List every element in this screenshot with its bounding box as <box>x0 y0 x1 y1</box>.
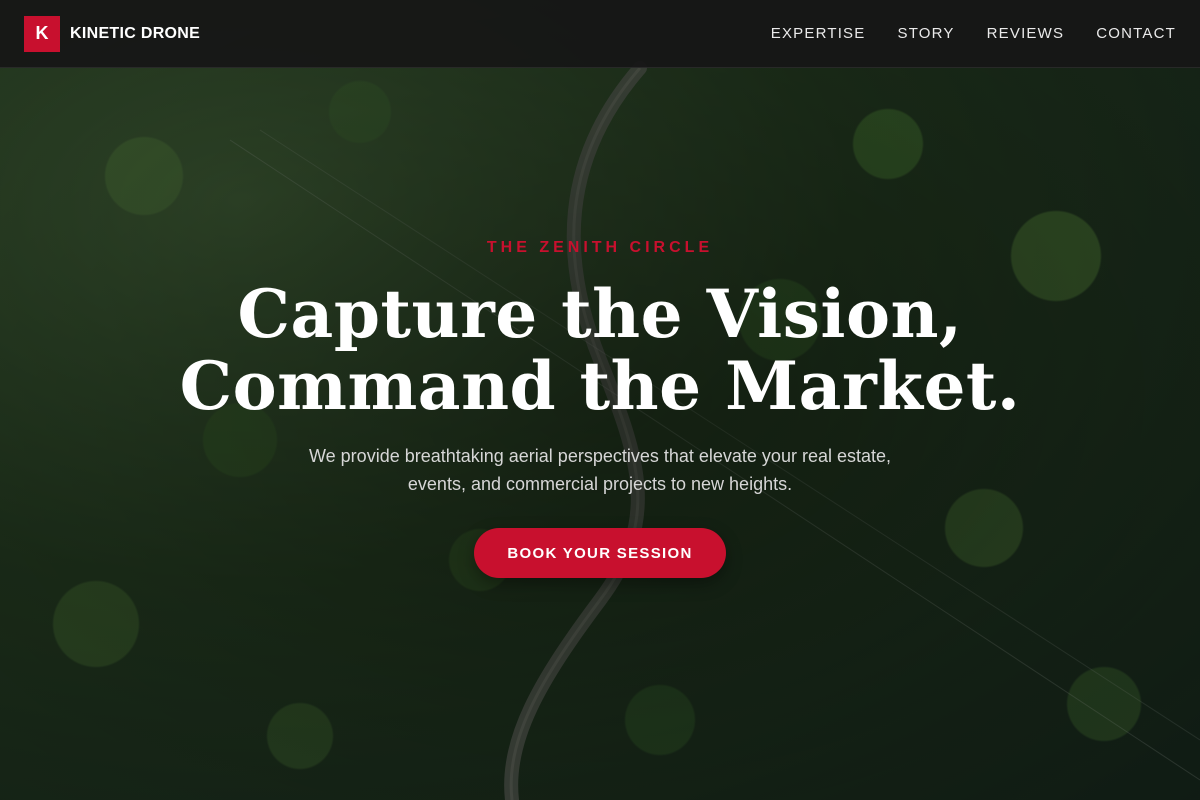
nav-link-expertise[interactable]: EXPERTISE <box>771 25 866 42</box>
hero-subtext: We provide breathtaking aerial perspecti… <box>309 446 891 494</box>
brand-name: KINETIC DRONE <box>70 24 201 42</box>
hero-eyebrow: THE ZENITH CIRCLE <box>486 239 714 256</box>
hero-headline: Capture the Vision, Command the Market. <box>0 278 1200 422</box>
nav-link-story[interactable]: STORY <box>897 25 954 42</box>
main-nav: EXPERTISE STORY REVIEWS CONTACT <box>771 25 1176 42</box>
nav-link-reviews[interactable]: REVIEWS <box>987 25 1065 42</box>
top-navbar: K KINETIC DRONE EXPERTISE STORY REVIEWS … <box>0 0 1200 68</box>
hero-headline-line-2: Command the Market. <box>179 347 1021 425</box>
hero-headline-line-1: Capture the Vision, <box>237 275 963 353</box>
book-session-button[interactable]: BOOK YOUR SESSION <box>474 528 726 578</box>
hero-section: THE ZENITH CIRCLE Capture the Vision, Co… <box>0 236 1200 578</box>
brand-logo-link[interactable]: K KINETIC DRONE <box>24 15 201 52</box>
nav-link-contact[interactable]: CONTACT <box>1096 25 1176 42</box>
brand-logo-mark: K <box>24 15 60 52</box>
landing-page: K KINETIC DRONE EXPERTISE STORY REVIEWS … <box>0 0 1200 800</box>
